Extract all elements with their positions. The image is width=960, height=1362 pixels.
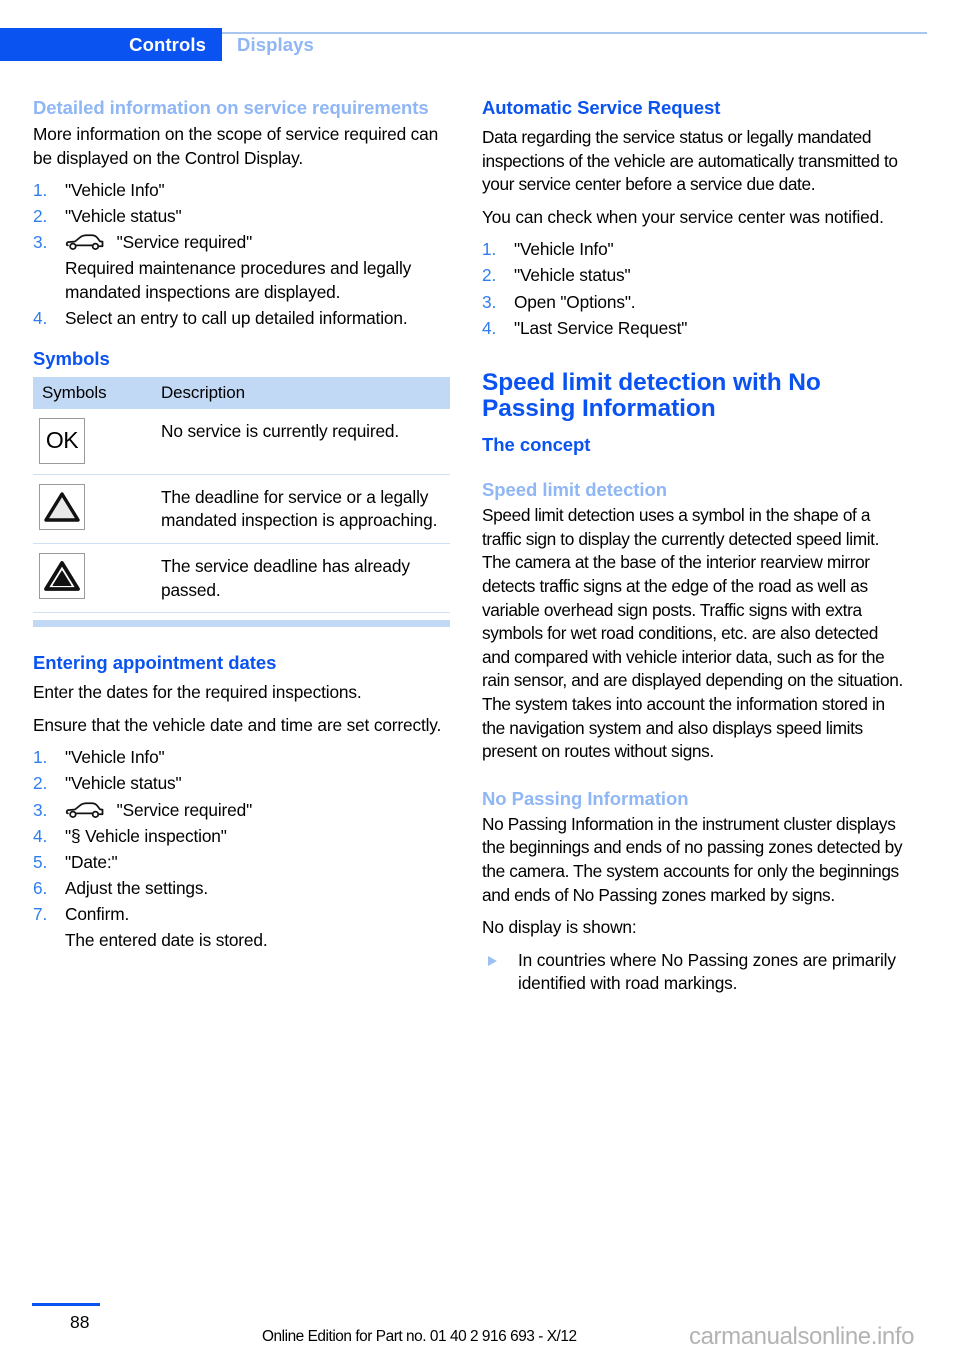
heading-detailed-info: Detailed information on service requirem… [33, 97, 429, 118]
step-item: 1. "Vehicle Info" [33, 179, 453, 203]
step-item: 1. "Vehicle Info" [33, 746, 453, 770]
warning-triangle-outline-icon [39, 483, 85, 530]
page-number: 88 [70, 1312, 90, 1332]
ok-symbol-icon: OK [39, 417, 85, 464]
page-title-speed-limit-detection: Speed limit detection with No Passing In… [482, 369, 821, 423]
tab-controls[interactable]: Controls [0, 28, 222, 61]
steps-entering-dates: 1. "Vehicle Info" 2. "Vehicle status" 3.… [33, 746, 453, 952]
table-bottom-rule [33, 620, 450, 628]
step-number: 1. [33, 747, 48, 768]
right-column: Automatic Service Request Data regarding… [482, 96, 908, 998]
symbols-table: Symbols Description OK No service is cur… [33, 376, 450, 628]
step-number: 5. [33, 851, 48, 872]
step-text: "Vehicle status" [65, 773, 182, 794]
step-number: 3. [33, 232, 48, 253]
step-item: 4. "Last Service Request" [482, 317, 908, 341]
table-row: OK No service is currently required. [33, 409, 450, 475]
list-item-text: In countries where No Passing zones are … [518, 949, 896, 994]
step-text: "Vehicle status" [65, 206, 182, 227]
step-text: "Vehicle Info" [65, 747, 165, 768]
car-icon [65, 801, 105, 819]
step-item: 2. "Vehicle status" [33, 205, 453, 229]
paragraph-asr-1: Data regarding the service status or leg… [482, 127, 898, 195]
bullets-no-display: In countries where No Passing zones are … [482, 949, 908, 996]
paragraph-entering-dates-2: Ensure that the vehicle date and time ar… [33, 714, 442, 735]
step-item: 3. Open "Options". [482, 291, 908, 315]
step-text: "§ Vehicle inspection" [65, 825, 227, 846]
car-icon [65, 234, 105, 251]
paragraph-speed-limit-detection: Speed limit detection uses a symbol in t… [482, 505, 903, 762]
paragraph-detailed-info-intro: More information on the scope of service… [33, 124, 439, 168]
site-watermark: carmanualsonline.info [689, 1323, 915, 1350]
step-item: 4. Select an entry to call up detailed i… [33, 307, 453, 331]
heading-no-passing-information: No Passing Information [482, 787, 689, 809]
step-item: 2. "Vehicle status" [33, 772, 453, 796]
step-text: "Vehicle Info" [65, 180, 165, 201]
heading-symbols: Symbols [33, 347, 110, 369]
table-header-row: Symbols Description [33, 376, 450, 409]
step-item: 4. "§ Vehicle inspection" [33, 825, 453, 849]
tab-controls-label: Controls [129, 33, 206, 55]
heading-the-concept: The concept [482, 434, 591, 456]
heading-entering-dates: Entering appointment dates [33, 652, 277, 674]
step-number: 2. [33, 206, 48, 227]
substep-item: Required maintenance procedures and lega… [65, 258, 412, 303]
table-row: The deadline for service or a legally ma… [33, 475, 450, 544]
heading-speed-limit-detection: Speed limit detection [482, 479, 668, 501]
warning-triangle-filled-icon [39, 552, 85, 599]
step-item: 3. "Service required" [33, 231, 453, 255]
step-item: 3. "Service required" [33, 799, 453, 823]
footer-rule [32, 1303, 100, 1306]
step-number: 4. [33, 825, 48, 846]
step-number: 2. [33, 773, 48, 794]
step-text: "Last Service Request" [514, 317, 688, 338]
step-text: Select an entry to call up detailed info… [65, 308, 408, 329]
edition-notice: Online Edition for Part no. 01 40 2 916 … [262, 1328, 577, 1345]
description-cell: The deadline for service or a legally ma… [161, 486, 438, 531]
description-cell: No service is currently required. [161, 420, 400, 441]
step-text: "Service required" [116, 232, 253, 253]
step-number: 4. [482, 317, 497, 338]
steps-automatic-service-request: 1. "Vehicle Info" 2. "Vehicle status" 3.… [482, 238, 908, 340]
step-number: 6. [33, 877, 48, 898]
step-item: 2. "Vehicle status" [482, 264, 908, 288]
step-number: 1. [482, 239, 497, 260]
step-text: "Vehicle status" [514, 265, 631, 286]
step-number: 4. [33, 308, 48, 329]
header-divider [222, 32, 927, 34]
description-cell: The service deadline has already passed. [161, 555, 410, 600]
symbol-cell [33, 483, 161, 530]
table-row: The service deadline has already passed. [33, 544, 450, 614]
tab-displays-label: Displays [237, 33, 314, 55]
step-text: "Vehicle Info" [514, 239, 614, 260]
step-number: 3. [482, 291, 497, 312]
step-number: 2. [482, 265, 497, 286]
steps-detailed-info: 1. "Vehicle Info" 2. "Vehicle status" 3.… [33, 179, 453, 331]
paragraph-no-display-lead-in: No display is shown: [482, 917, 637, 938]
column-header-symbols: Symbols [42, 382, 107, 402]
step-item: 1. "Vehicle Info" [482, 238, 908, 262]
symbol-cell: OK [33, 417, 161, 464]
substep-item: The entered date is stored. [65, 929, 268, 950]
column-header-description: Description [161, 382, 245, 402]
triangle-bullet-icon [488, 955, 497, 966]
step-text: "Service required" [116, 799, 253, 820]
heading-automatic-service-request: Automatic Service Request [482, 97, 721, 118]
step-number: 3. [33, 799, 48, 820]
paragraph-no-passing-information: No Passing Information in the instrument… [482, 813, 903, 905]
step-text: Open "Options". [514, 291, 636, 312]
list-item: In countries where No Passing zones are … [482, 949, 908, 996]
step-number: 1. [33, 180, 48, 201]
step-item: 7. Confirm. [33, 903, 453, 927]
paragraph-asr-2: You can check when your service center w… [482, 206, 884, 227]
step-text: Adjust the settings. [65, 877, 209, 898]
step-item: 6. Adjust the settings. [33, 877, 453, 901]
step-text: "Date:" [65, 851, 118, 872]
symbol-cell [33, 552, 161, 599]
paragraph-entering-dates-1: Enter the dates for the required inspect… [33, 682, 362, 703]
step-number: 7. [33, 903, 48, 924]
left-column: Detailed information on service requirem… [33, 96, 453, 959]
step-item: 5. "Date:" [33, 851, 453, 875]
step-text: Confirm. [65, 903, 130, 924]
